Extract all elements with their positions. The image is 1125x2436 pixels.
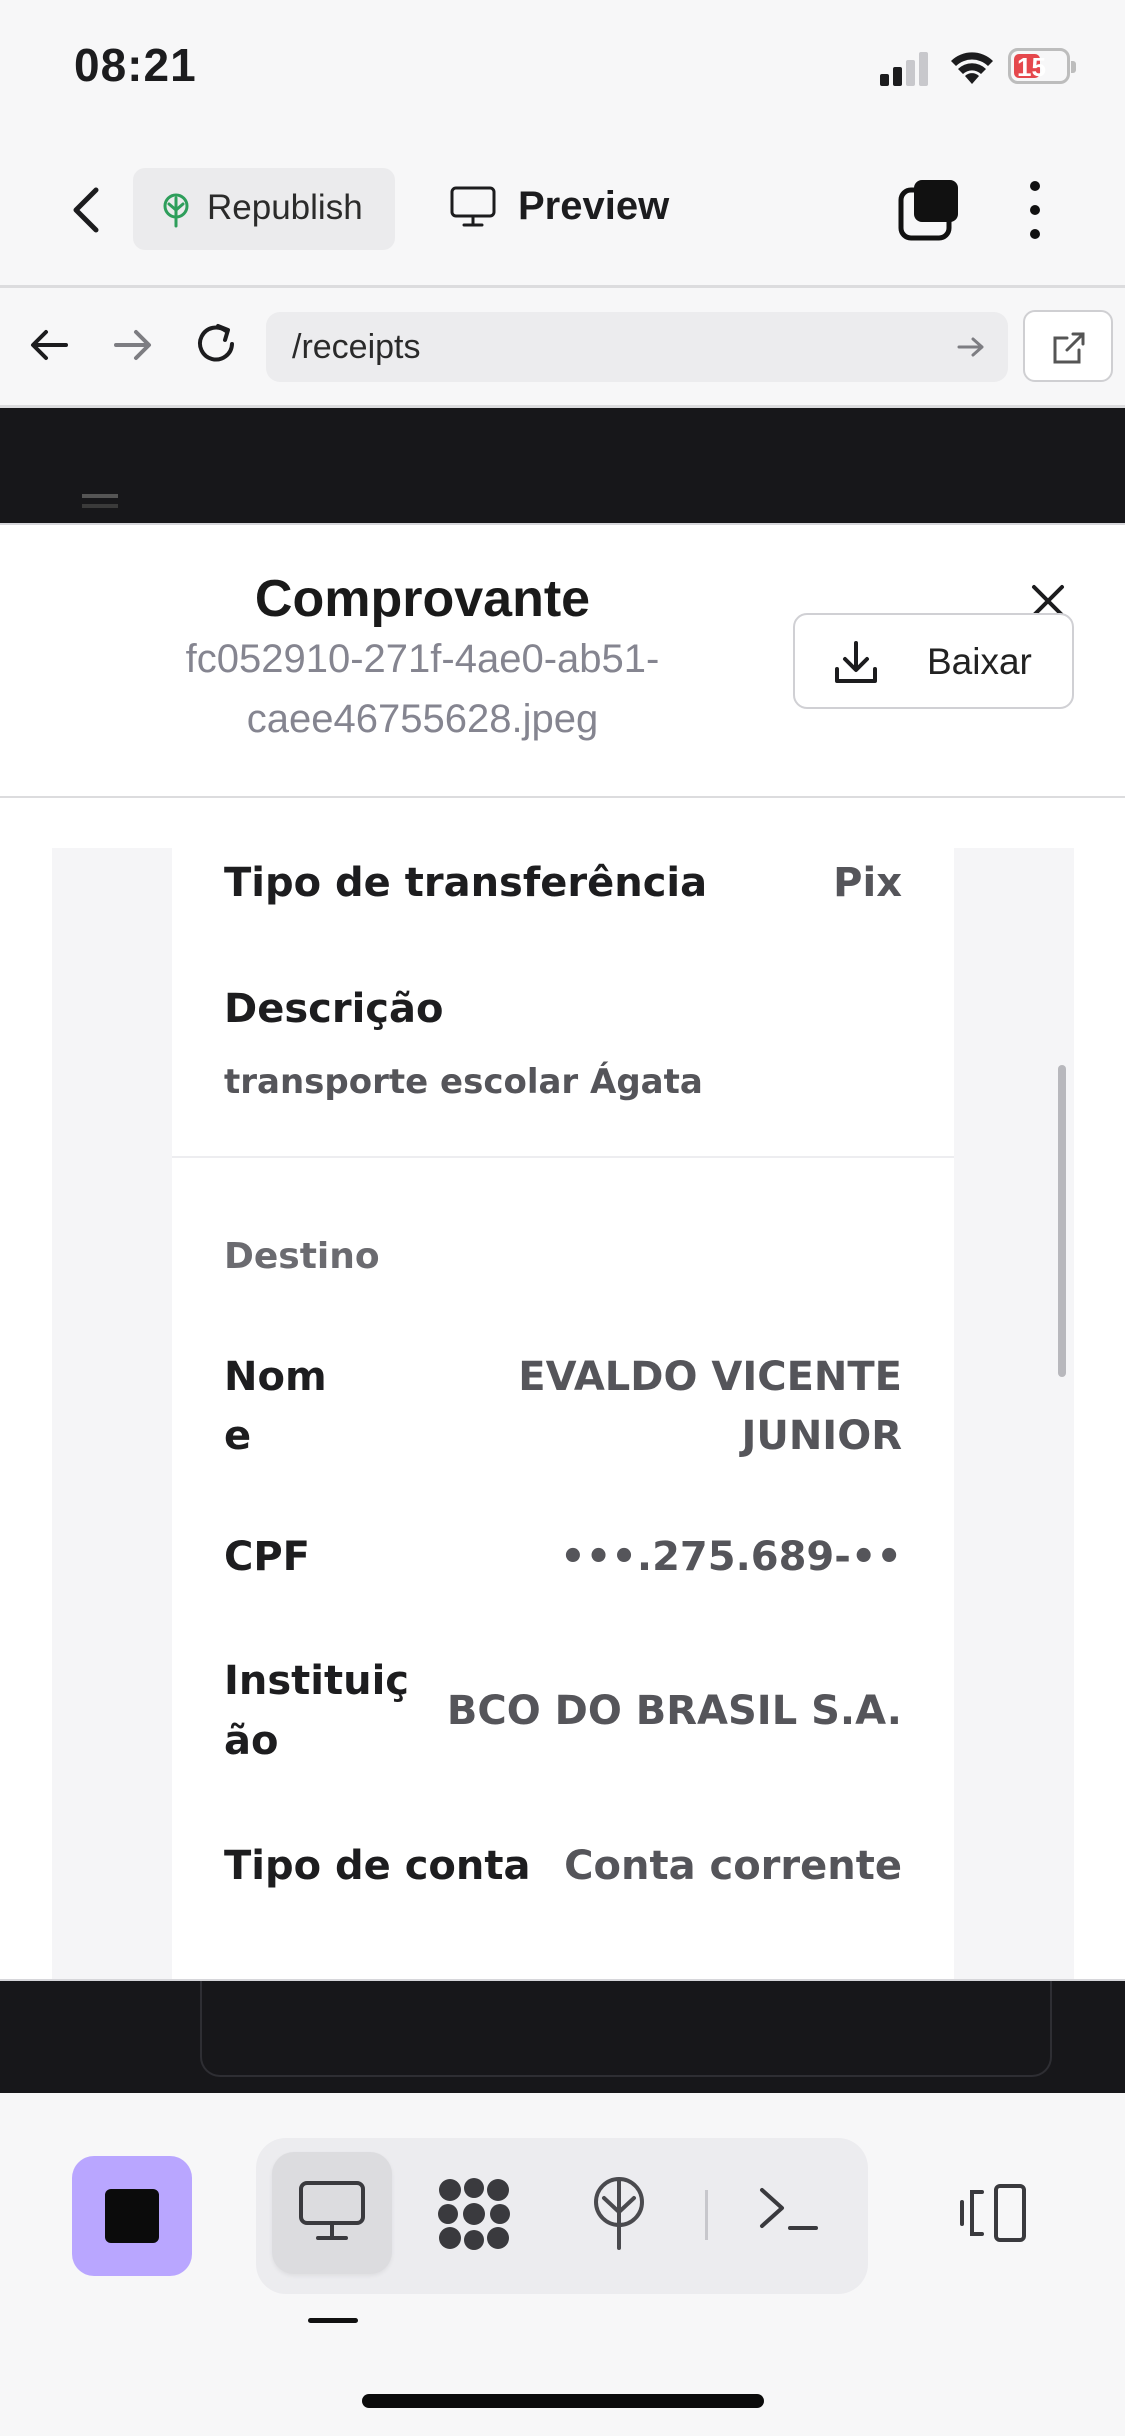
url-text: /receipts	[292, 328, 421, 366]
republish-button[interactable]: Republish	[133, 168, 395, 250]
more-vertical-icon[interactable]	[1020, 176, 1050, 246]
arrow-left-icon[interactable]	[26, 322, 72, 368]
receipt-document: Tipo de transferência Pix Descrição tran…	[172, 848, 954, 1979]
tool-preview-button[interactable]	[272, 2152, 392, 2274]
battery-level: 15	[1017, 52, 1046, 82]
account-type-label: Tipo de conta	[224, 1843, 531, 1889]
url-input[interactable]: /receipts	[266, 312, 1008, 382]
institution-label-line2: ão	[224, 1718, 279, 1764]
tabs-icon[interactable]	[898, 178, 962, 242]
republish-label: Republish	[207, 188, 363, 227]
transfer-type-value: Pix	[833, 860, 902, 906]
receipt-modal: Comprovante fc052910-271f-4ae0-ab51-caee…	[0, 523, 1125, 1981]
modal-filename: fc052910-271f-4ae0-ab51-caee46755628.jpe…	[185, 637, 660, 741]
menu-icon	[82, 494, 118, 498]
cpf-value: •••.275.689-••	[560, 1534, 902, 1580]
battery-icon: 15	[1008, 48, 1076, 84]
institution-value: BCO DO BRASIL S.A.	[446, 1688, 902, 1734]
wifi-icon	[951, 52, 993, 84]
modal-title: Comprovante	[254, 570, 591, 628]
home-indicator[interactable]	[362, 2394, 764, 2408]
receipt-divider	[172, 1156, 954, 1158]
cpf-label: CPF	[224, 1534, 310, 1580]
monitor-icon	[450, 186, 496, 227]
download-button[interactable]: Baixar	[793, 613, 1074, 709]
monitor-icon	[299, 2181, 365, 2240]
receipt-image[interactable]: Tipo de transferência Pix Descrição tran…	[52, 848, 1074, 1979]
apps-grid-icon[interactable]	[436, 2176, 512, 2252]
reload-icon[interactable]	[190, 318, 242, 370]
tool-separator	[705, 2190, 708, 2240]
go-arrow-icon[interactable]	[956, 332, 986, 362]
preview-label: Preview	[518, 184, 670, 228]
external-link-icon	[1053, 332, 1085, 364]
cellular-signal-icon	[880, 52, 928, 86]
toolbar-divider	[0, 285, 1125, 288]
institution-label-line1: Instituiç	[224, 1658, 410, 1704]
open-external-button[interactable]	[1023, 310, 1113, 382]
arrow-right-icon[interactable]	[110, 322, 156, 368]
name-value-line1: EVALDO VICENTE	[518, 1354, 902, 1400]
status-time: 08:21	[74, 39, 197, 91]
description-label: Descrição	[224, 986, 444, 1032]
background-card	[200, 1975, 1052, 2077]
modal-header-divider	[0, 796, 1125, 798]
back-chevron-icon[interactable]	[62, 180, 112, 240]
name-value-line2: JUNIOR	[741, 1413, 902, 1459]
name-label-line1: Nom	[224, 1354, 327, 1400]
modal-scrollbar[interactable]	[1058, 1065, 1066, 1377]
deploy-tree-icon	[163, 193, 189, 228]
description-value: transporte escolar Ágata	[224, 1062, 703, 1102]
name-label-line2: e	[224, 1413, 252, 1459]
download-label: Baixar	[927, 641, 1032, 682]
stop-button[interactable]	[72, 2156, 192, 2276]
stop-icon	[105, 2189, 159, 2243]
panel-layout-icon[interactable]	[958, 2182, 1028, 2244]
download-icon	[835, 641, 877, 683]
account-type-value: Conta corrente	[564, 1843, 902, 1889]
destination-heading: Destino	[224, 1236, 380, 1277]
terminal-icon[interactable]	[758, 2184, 820, 2234]
active-tool-indicator	[308, 2318, 358, 2323]
transfer-type-label: Tipo de transferência	[224, 860, 708, 906]
deploy-icon[interactable]	[590, 2176, 648, 2250]
